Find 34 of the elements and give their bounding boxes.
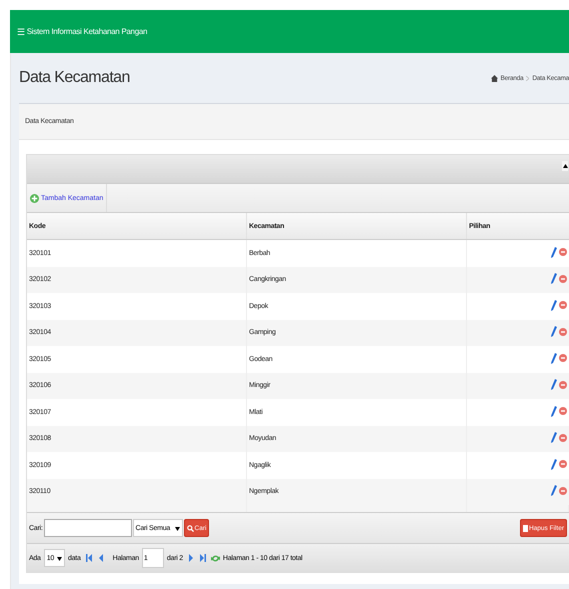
pencil-icon[interactable] — [550, 246, 556, 258]
chevron-icon — [526, 76, 530, 80]
previous-page-icon[interactable] — [98, 554, 104, 562]
delete-icon[interactable] — [558, 354, 566, 362]
next-page-icon[interactable] — [188, 554, 193, 562]
pencil-icon[interactable] — [550, 432, 556, 444]
delete-icon[interactable] — [558, 328, 566, 336]
pencil-icon[interactable] — [550, 485, 556, 496]
search-field[interactable] — [44, 519, 132, 537]
refresh-icon[interactable] — [210, 554, 220, 562]
delete-icon[interactable] — [558, 301, 566, 310]
caret-icon — [57, 556, 62, 560]
plus-icon — [30, 194, 39, 202]
delete-icon[interactable] — [558, 486, 566, 495]
collapse-button[interactable] — [562, 161, 568, 171]
pencil-icon[interactable] — [550, 406, 556, 417]
search-icon — [186, 524, 194, 532]
pencil-icon[interactable] — [550, 273, 556, 284]
delete-icon[interactable] — [558, 248, 566, 256]
pencil-icon[interactable] — [550, 326, 556, 338]
last-page-icon[interactable] — [198, 554, 206, 562]
pencil-icon[interactable] — [550, 300, 556, 311]
delete-icon[interactable] — [558, 434, 566, 442]
delete-icon[interactable] — [558, 380, 566, 389]
page-title: Data Kecamatan — [19, 69, 131, 87]
delete-icon[interactable] — [558, 274, 566, 283]
delete-icon[interactable] — [558, 407, 566, 416]
pencil-icon[interactable] — [550, 379, 556, 390]
caret-icon — [174, 526, 180, 530]
pencil-icon[interactable] — [550, 352, 556, 364]
delete-icon[interactable] — [558, 460, 566, 468]
first-page-icon[interactable] — [86, 554, 94, 562]
home-icon — [490, 74, 498, 82]
pencil-icon[interactable] — [550, 458, 556, 470]
